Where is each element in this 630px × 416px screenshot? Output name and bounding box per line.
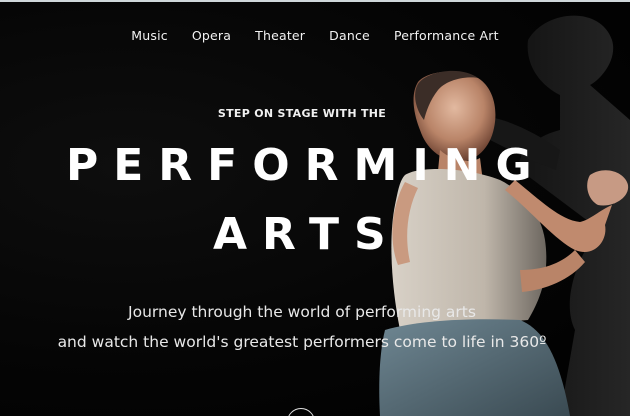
nav-item-performance-art[interactable]: Performance Art [382,26,511,45]
nav-item-music[interactable]: Music [119,26,180,45]
nav-item-opera[interactable]: Opera [180,26,243,45]
hero-title-line1: PERFORMING [66,140,547,191]
main-nav: Music Opera Theater Dance Performance Ar… [0,26,630,45]
hero-kicker: STEP ON STAGE WITH THE [217,107,387,120]
hero-subtitle-line2: and watch the world's greatest performer… [57,333,547,351]
hero-subtitle: Journey through the world of performing … [0,297,604,357]
nav-item-dance[interactable]: Dance [317,26,382,45]
top-edge-divider [0,0,630,2]
hero-title-line2: ARTS [213,209,401,260]
nav-item-theater[interactable]: Theater [243,26,317,45]
hero-section: Music Opera Theater Dance Performance Ar… [0,0,630,416]
hero-subtitle-line1: Journey through the world of performing … [128,303,476,321]
